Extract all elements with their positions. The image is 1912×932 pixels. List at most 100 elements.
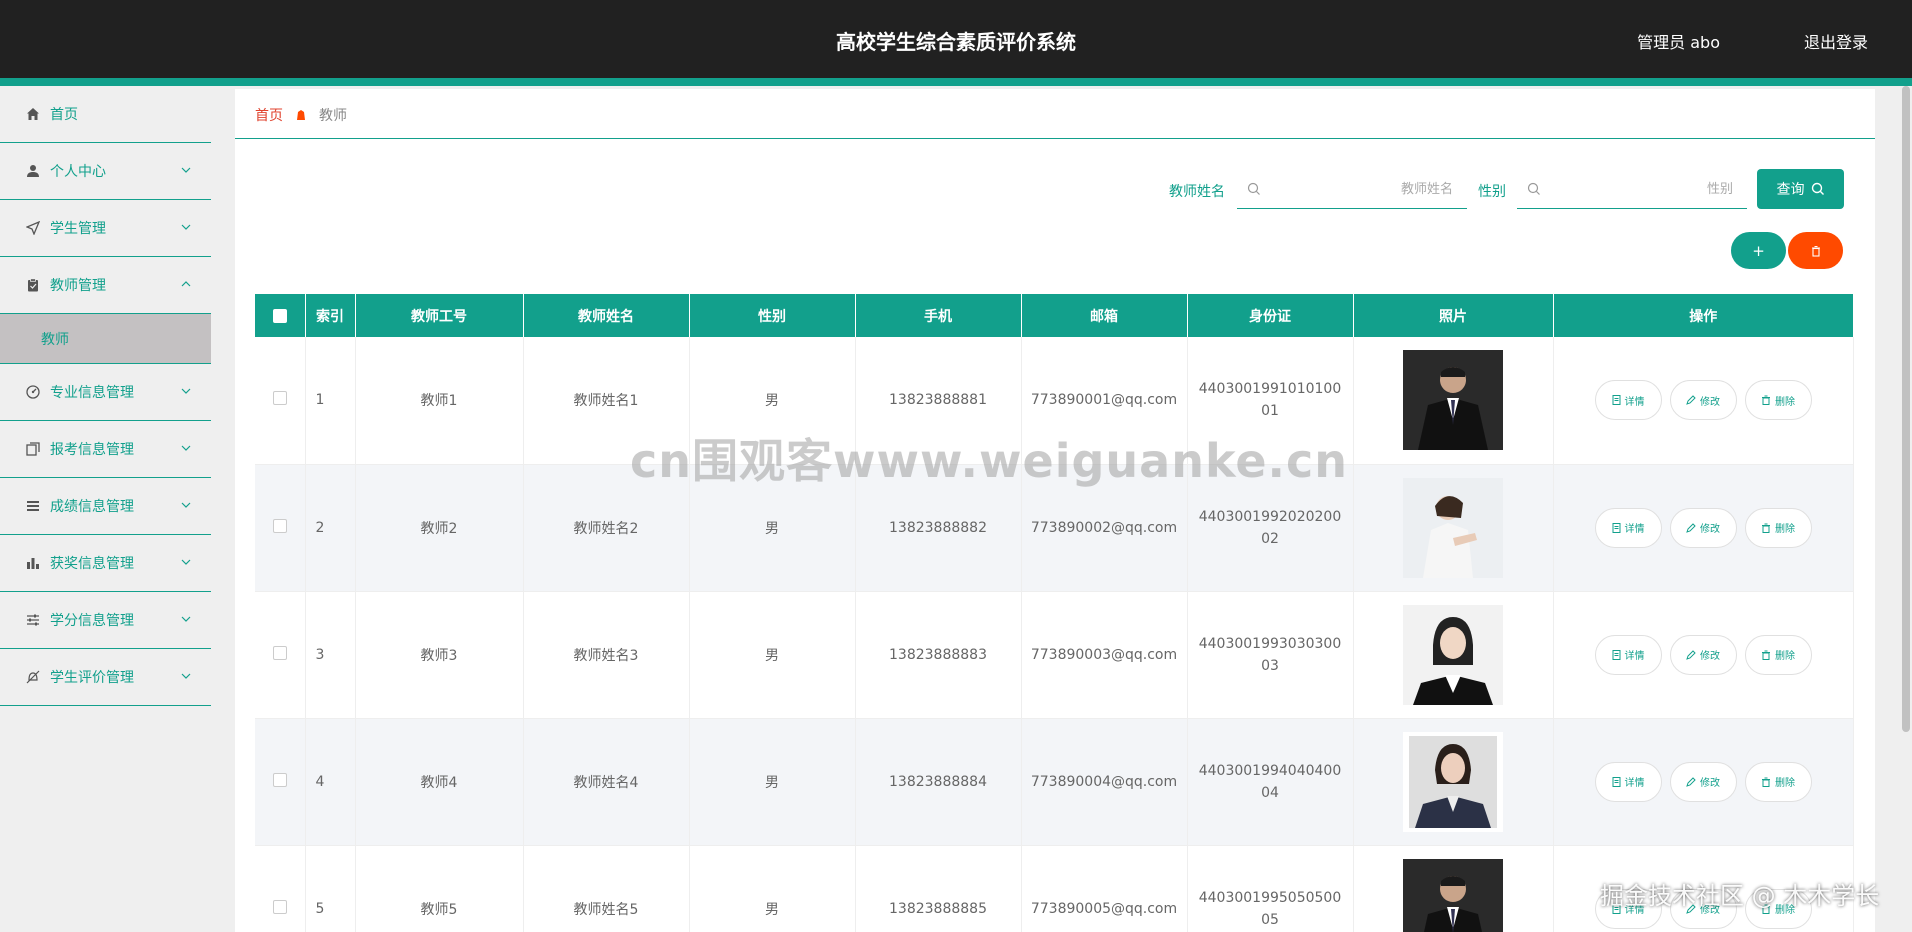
clipboard-icon (26, 278, 40, 292)
breadcrumb: 首页 教师 (255, 105, 347, 125)
document-icon (1612, 776, 1621, 787)
email-cell: 773890002@qq.com (1021, 464, 1188, 592)
trash-icon (1761, 395, 1771, 406)
edit-button[interactable]: 修改 (1669, 507, 1737, 548)
idcard-text: 440300199101010001 (1198, 381, 1342, 420)
sidebar-item-awards[interactable]: 获奖信息管理 (0, 535, 211, 592)
delete-button[interactable]: 删除 (1744, 507, 1812, 548)
row-checkbox[interactable] (272, 518, 287, 533)
delete-button[interactable]: 删除 (1744, 380, 1812, 421)
row-checkbox[interactable] (272, 391, 287, 406)
operations-cell: 详情 修改 删除 (1553, 718, 1854, 846)
teacher-name-cell: 教师姓名4 (523, 718, 690, 846)
detail-button[interactable]: 详情 (1594, 888, 1662, 929)
user-icon (26, 164, 40, 178)
row-checkbox[interactable] (272, 899, 287, 914)
row-select-cell (255, 591, 306, 719)
page-scrollbar[interactable] (1902, 86, 1910, 732)
column-header: 身份证 (1187, 294, 1354, 337)
column-header: 操作 (1553, 294, 1853, 337)
email-cell: 773890005@qq.com (1021, 845, 1188, 932)
photo-cell (1353, 464, 1554, 592)
detail-label: 详情 (1624, 651, 1645, 662)
teacher-id-cell: 教师4 (355, 718, 524, 846)
batch-delete-button[interactable] (1788, 232, 1843, 269)
detail-button[interactable]: 详情 (1594, 634, 1662, 675)
sidebar-item-students[interactable]: 学生管理 (0, 200, 211, 257)
edit-icon (1686, 903, 1696, 914)
column-header: 手机 (855, 294, 1022, 337)
chevron-down-icon (181, 616, 191, 622)
idcard-text: 440300199404040004 (1198, 762, 1342, 801)
detail-button[interactable]: 详情 (1594, 507, 1662, 548)
sidebar-item-applications[interactable]: 报考信息管理 (0, 421, 211, 478)
edit-icon (1686, 649, 1696, 660)
edit-label: 修改 (1700, 905, 1720, 916)
delete-label: 删除 (1775, 905, 1795, 916)
select-all-checkbox[interactable] (272, 308, 287, 323)
index-cell: 3 (305, 591, 356, 719)
edit-label: 修改 (1700, 651, 1720, 662)
chevron-down-icon (181, 673, 191, 679)
add-button[interactable]: + (1731, 232, 1786, 269)
select-all-header (255, 294, 306, 337)
detail-label: 详情 (1624, 524, 1645, 535)
row-checkbox[interactable] (272, 772, 287, 787)
chevron-down-icon (181, 559, 191, 565)
search-icon (1247, 182, 1260, 195)
edit-button[interactable]: 修改 (1669, 380, 1737, 421)
teacher-name-cell: 教师姓名5 (523, 845, 690, 932)
document-icon (1612, 522, 1621, 533)
sidebar-item-home[interactable]: 首页 (0, 86, 211, 143)
edit-icon (1686, 395, 1696, 406)
sidebar-item-label: 获奖信息管理 (50, 556, 134, 572)
bar-chart-icon (26, 556, 40, 570)
logout-link[interactable]: 退出登录 (1804, 29, 1868, 53)
delete-button[interactable]: 删除 (1744, 634, 1812, 675)
table-row: 4 教师4 教师姓名4 男 13823888884 773890004@qq.com 440… (255, 718, 1854, 846)
gender-label: 性别 (1478, 184, 1506, 200)
teacher-id-cell: 教师1 (355, 337, 524, 465)
sidebar-item-evaluations[interactable]: 学生评价管理 (0, 649, 211, 706)
detail-button[interactable]: 详情 (1594, 761, 1662, 802)
idcard-cell: 440300199505050005 (1187, 845, 1354, 932)
edit-button[interactable]: 修改 (1669, 761, 1737, 802)
top-bar: 高校学生综合素质评价系统 管理员 abo 退出登录 (0, 0, 1912, 78)
row-checkbox[interactable] (272, 645, 287, 660)
query-button-label: 查询 (1776, 182, 1805, 198)
sidebar-item-credits[interactable]: 学分信息管理 (0, 592, 211, 649)
sidebar-item-teachers[interactable]: 教师管理 (0, 257, 211, 314)
photo-cell (1353, 337, 1554, 465)
sidebar-item-majors[interactable]: 专业信息管理 (0, 364, 211, 421)
teacher-name-cell: 教师姓名1 (523, 337, 690, 465)
gauge-icon (26, 385, 40, 399)
delete-button[interactable]: 删除 (1744, 761, 1812, 802)
teacher-id-cell: 教师3 (355, 591, 524, 719)
edit-icon (1686, 522, 1696, 533)
teacher-name-input[interactable] (1267, 177, 1467, 201)
teacher-photo (1403, 477, 1503, 578)
breadcrumb-home[interactable]: 首页 (255, 105, 283, 125)
bell-off-icon (26, 670, 40, 684)
table-header-row: 索引 教师工号 教师姓名 性别 手机 邮箱 身份证 照片 操作 (255, 294, 1853, 337)
column-header: 照片 (1353, 294, 1554, 337)
sidebar-item-grades[interactable]: 成绩信息管理 (0, 478, 211, 535)
query-button[interactable]: 查询 (1757, 169, 1844, 209)
delete-button[interactable]: 删除 (1744, 888, 1812, 929)
detail-label: 详情 (1624, 396, 1645, 408)
edit-button[interactable]: 修改 (1669, 888, 1737, 929)
photo-cell (1353, 845, 1554, 932)
teacher-photo (1403, 350, 1503, 451)
gender-input[interactable] (1547, 177, 1747, 201)
home-icon (26, 107, 40, 121)
teacher-id-cell: 教师5 (355, 845, 524, 932)
teacher-id-cell: 教师2 (355, 464, 524, 592)
detail-button[interactable]: 详情 (1594, 380, 1662, 421)
sidebar-item-profile[interactable]: 个人中心 (0, 143, 211, 200)
email-cell: 773890003@qq.com (1021, 591, 1188, 719)
delete-label: 删除 (1775, 651, 1795, 662)
phone-cell: 13823888884 (855, 718, 1022, 846)
gender-search (1517, 169, 1747, 209)
sidebar-subitem-teacher[interactable]: 教师 (0, 314, 211, 364)
edit-button[interactable]: 修改 (1669, 634, 1737, 675)
